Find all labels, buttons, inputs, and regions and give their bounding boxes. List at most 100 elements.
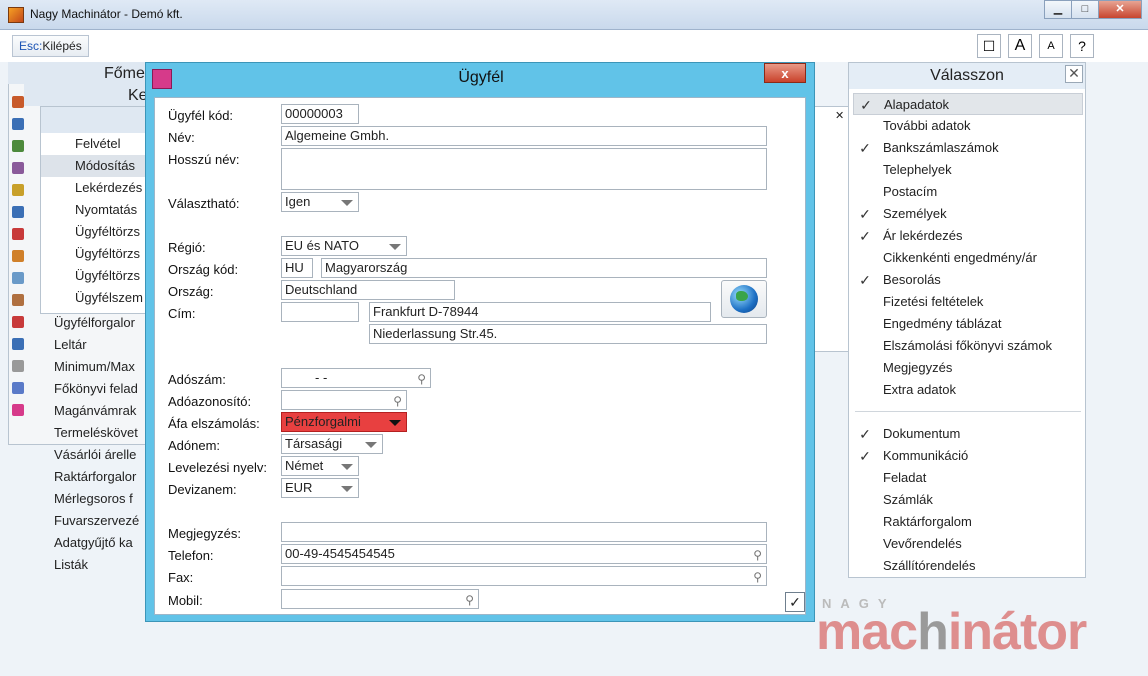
selectable-label: Választható:: [168, 196, 240, 211]
close-button[interactable]: ✕: [1098, 0, 1142, 19]
option-item[interactable]: ✓ Alapadatok: [853, 93, 1083, 115]
option-item[interactable]: ✓ Ár lekérdezés: [853, 225, 1083, 247]
menu-item[interactable]: Fuvarszervezé: [54, 510, 146, 532]
module-icon[interactable]: [12, 118, 24, 130]
country-code-name-field[interactable]: Magyarország: [321, 258, 767, 278]
module-icon[interactable]: [12, 294, 24, 306]
module-icon[interactable]: [12, 382, 24, 394]
search-icon[interactable]: ⚲: [393, 392, 402, 409]
mobile-field[interactable]: ⚲: [281, 589, 479, 609]
menu-item[interactable]: Vásárlói árelle: [54, 444, 146, 466]
window-icon[interactable]: ☐: [977, 34, 1001, 58]
menu-item[interactable]: Listák: [54, 554, 146, 576]
search-icon[interactable]: ⚲: [753, 546, 762, 563]
submenu-item[interactable]: Ügyféltörzs: [41, 265, 153, 287]
search-icon[interactable]: ⚲: [417, 370, 426, 387]
search-icon[interactable]: ⚲: [753, 568, 762, 585]
module-icon[interactable]: [12, 272, 24, 284]
close-icon[interactable]: ✕: [1065, 65, 1083, 83]
address-city-field[interactable]: Frankfurt D-78944: [369, 302, 711, 322]
module-icon[interactable]: [12, 96, 24, 108]
selectable-dropdown[interactable]: Igen: [281, 192, 359, 212]
menu-item[interactable]: Mérlegsoros f: [54, 488, 146, 510]
menu-item[interactable]: Magánvámrak: [54, 400, 146, 422]
ok-button[interactable]: ✓: [785, 592, 805, 612]
address-street-field[interactable]: Niederlassung Str.45.: [369, 324, 767, 344]
option-item[interactable]: ✓ Személyek: [853, 203, 1083, 225]
address-zip-field[interactable]: [281, 302, 359, 322]
option-item[interactable]: Postacím: [853, 181, 1083, 203]
option-item[interactable]: Fizetési feltételek: [853, 291, 1083, 313]
option-item[interactable]: Vevőrendelés: [853, 533, 1083, 555]
exit-button[interactable]: Esc:Kilépés: [12, 35, 89, 57]
option-item[interactable]: Engedmény táblázat: [853, 313, 1083, 335]
option-label: Cikkenkénti engedmény/ár: [883, 250, 1037, 265]
module-icon[interactable]: [12, 316, 24, 328]
tax-number-field[interactable]: - - ⚲: [281, 368, 431, 388]
module-icon[interactable]: [12, 360, 24, 372]
option-item[interactable]: ✓ Bankszámlaszámok: [853, 137, 1083, 159]
option-item[interactable]: ✓ Besorolás: [853, 269, 1083, 291]
region-dropdown[interactable]: EU és NATO: [281, 236, 407, 256]
search-icon[interactable]: ⚲: [465, 591, 474, 608]
module-icon[interactable]: [12, 404, 24, 416]
submenu-item[interactable]: Felvétel: [41, 133, 153, 155]
help-icon[interactable]: ?: [1070, 34, 1094, 58]
option-item[interactable]: További adatok: [853, 115, 1083, 137]
option-item[interactable]: Megjegyzés: [853, 357, 1083, 379]
module-icon[interactable]: [12, 162, 24, 174]
submenu-item[interactable]: Ügyféltörzs: [41, 221, 153, 243]
name-field[interactable]: Algemeine Gmbh.: [281, 126, 767, 146]
vat-accounting-dropdown[interactable]: Pénzforgalmi: [281, 412, 407, 432]
option-label: Megjegyzés: [883, 360, 953, 375]
maximize-button[interactable]: □: [1071, 0, 1099, 19]
module-icon[interactable]: [12, 228, 24, 240]
font-large-icon[interactable]: A: [1008, 34, 1032, 58]
option-item[interactable]: ✓ Kommunikáció: [853, 445, 1083, 467]
note-field[interactable]: [281, 522, 767, 542]
dialog-close-button[interactable]: x: [764, 63, 806, 83]
country-field[interactable]: Deutschland: [281, 280, 455, 300]
module-icon[interactable]: [12, 250, 24, 262]
option-item[interactable]: Extra adatok: [853, 379, 1083, 401]
submenu-item[interactable]: Nyomtatás: [41, 199, 153, 221]
tax-type-dropdown[interactable]: Társasági: [281, 434, 383, 454]
option-item[interactable]: Számlák: [853, 489, 1083, 511]
option-item[interactable]: Szállítórendelés: [853, 555, 1083, 577]
option-label: Telephelyek: [883, 162, 952, 177]
phone-field[interactable]: 00-49-4545454545 ⚲: [281, 544, 767, 564]
menu-item[interactable]: Leltár: [54, 334, 146, 356]
option-item[interactable]: ✓ Dokumentum: [853, 423, 1083, 445]
menu-item[interactable]: Ügyfélforgalor: [54, 312, 146, 334]
language-dropdown[interactable]: Német: [281, 456, 359, 476]
module-icon[interactable]: [12, 338, 24, 350]
option-item[interactable]: Feladat: [853, 467, 1083, 489]
module-icon[interactable]: [12, 206, 24, 218]
option-item[interactable]: Raktárforgalom: [853, 511, 1083, 533]
option-item[interactable]: Cikkenkénti engedmény/ár: [853, 247, 1083, 269]
customer-code-field[interactable]: 00000003: [281, 104, 359, 124]
menu-item[interactable]: Főkönyvi felad: [54, 378, 146, 400]
tax-id-field[interactable]: ⚲: [281, 390, 407, 410]
close-icon[interactable]: ✕: [835, 109, 844, 122]
currency-dropdown[interactable]: EUR: [281, 478, 359, 498]
main-menu-list: Ügyfélforgalor Leltár Minimum/Max Főköny…: [54, 312, 146, 576]
menu-item[interactable]: Termeléskövet: [54, 422, 146, 444]
submenu-item-selected[interactable]: Módosítás: [41, 155, 153, 177]
minimize-button[interactable]: ▁: [1044, 0, 1072, 19]
long-name-field[interactable]: [281, 148, 767, 190]
country-code-field[interactable]: HU: [281, 258, 313, 278]
submenu-item[interactable]: Lekérdezés: [41, 177, 153, 199]
menu-item[interactable]: Minimum/Max: [54, 356, 146, 378]
fax-field[interactable]: ⚲: [281, 566, 767, 586]
menu-item[interactable]: Adatgyűjtő ka: [54, 532, 146, 554]
menu-item[interactable]: Raktárforgalor: [54, 466, 146, 488]
option-item[interactable]: Elszámolási főkönyvi számok: [853, 335, 1083, 357]
submenu-item[interactable]: Ügyféltörzs: [41, 243, 153, 265]
option-item[interactable]: Telephelyek: [853, 159, 1083, 181]
submenu-item[interactable]: Ügyfélszem: [41, 287, 153, 309]
globe-icon[interactable]: [721, 280, 767, 318]
font-small-icon[interactable]: A: [1039, 34, 1063, 58]
module-icon[interactable]: [12, 184, 24, 196]
module-icon[interactable]: [12, 140, 24, 152]
